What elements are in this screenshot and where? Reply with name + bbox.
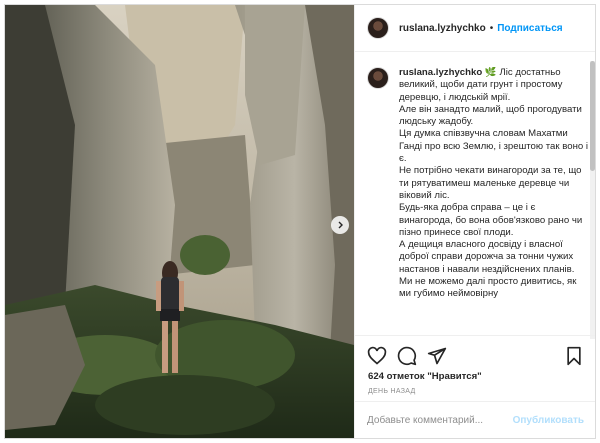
action-bar (355, 336, 595, 368)
share-icon[interactable] (427, 346, 447, 366)
caption-line-7: Ми не можемо далі просто дивитись, як ми… (399, 276, 577, 300)
caption-line-3: Ця думка співзвучна словам Махатми Ганді… (399, 128, 588, 165)
comment-input[interactable] (367, 414, 513, 426)
post-header: ruslana.lyzhychko • Подписаться (355, 5, 595, 52)
publish-button[interactable]: Опубликовать (513, 415, 584, 426)
caption-username[interactable]: ruslana.lyzhychko (399, 67, 482, 78)
leaf-emoji-icon: 🌿 (484, 67, 497, 78)
post-side-panel: ruslana.lyzhychko • Подписаться ruslana.… (354, 5, 595, 438)
post-actions-section: 624 отметок "Нравится" ДЕНЬ НАЗАД (355, 335, 595, 399)
caption-text: ruslana.lyzhychko 🌿 Ліс достатньо велики… (399, 67, 589, 335)
post-dialog: ruslana.lyzhychko • Подписаться ruslana.… (4, 4, 596, 439)
caption-avatar[interactable] (367, 67, 389, 89)
avatar[interactable] (367, 17, 389, 39)
caption-area: ruslana.lyzhychko 🌿 Ліс достатньо велики… (367, 67, 592, 335)
chevron-right-icon (338, 221, 343, 229)
caption-line-5: Будь-яка добра справа – це і є винагород… (399, 202, 583, 238)
post-timestamp[interactable]: ДЕНЬ НАЗАД (355, 388, 595, 395)
comment-bar: Опубликовать (355, 401, 595, 438)
caption-line-6: А дещиця власного досвіду і власної добр… (399, 239, 575, 275)
caption-scroll-thumb[interactable] (590, 61, 595, 171)
heart-icon[interactable] (367, 346, 387, 366)
comment-icon[interactable] (397, 346, 417, 366)
likes-count[interactable]: 624 отметок "Нравится" (355, 371, 595, 382)
next-photo-button[interactable] (331, 216, 349, 234)
separator-dot: • (489, 22, 494, 34)
post-photo[interactable] (5, 5, 354, 438)
follow-button[interactable]: Подписаться (497, 23, 562, 34)
header-username[interactable]: ruslana.lyzhychko (399, 23, 486, 34)
post-image (5, 5, 354, 438)
bookmark-icon[interactable] (564, 346, 584, 366)
caption-line-4: Не потрібно чекати винагороди за те, що … (399, 165, 582, 201)
caption-line-2: Але він занадто малий, щоб прогодувати л… (399, 103, 582, 128)
